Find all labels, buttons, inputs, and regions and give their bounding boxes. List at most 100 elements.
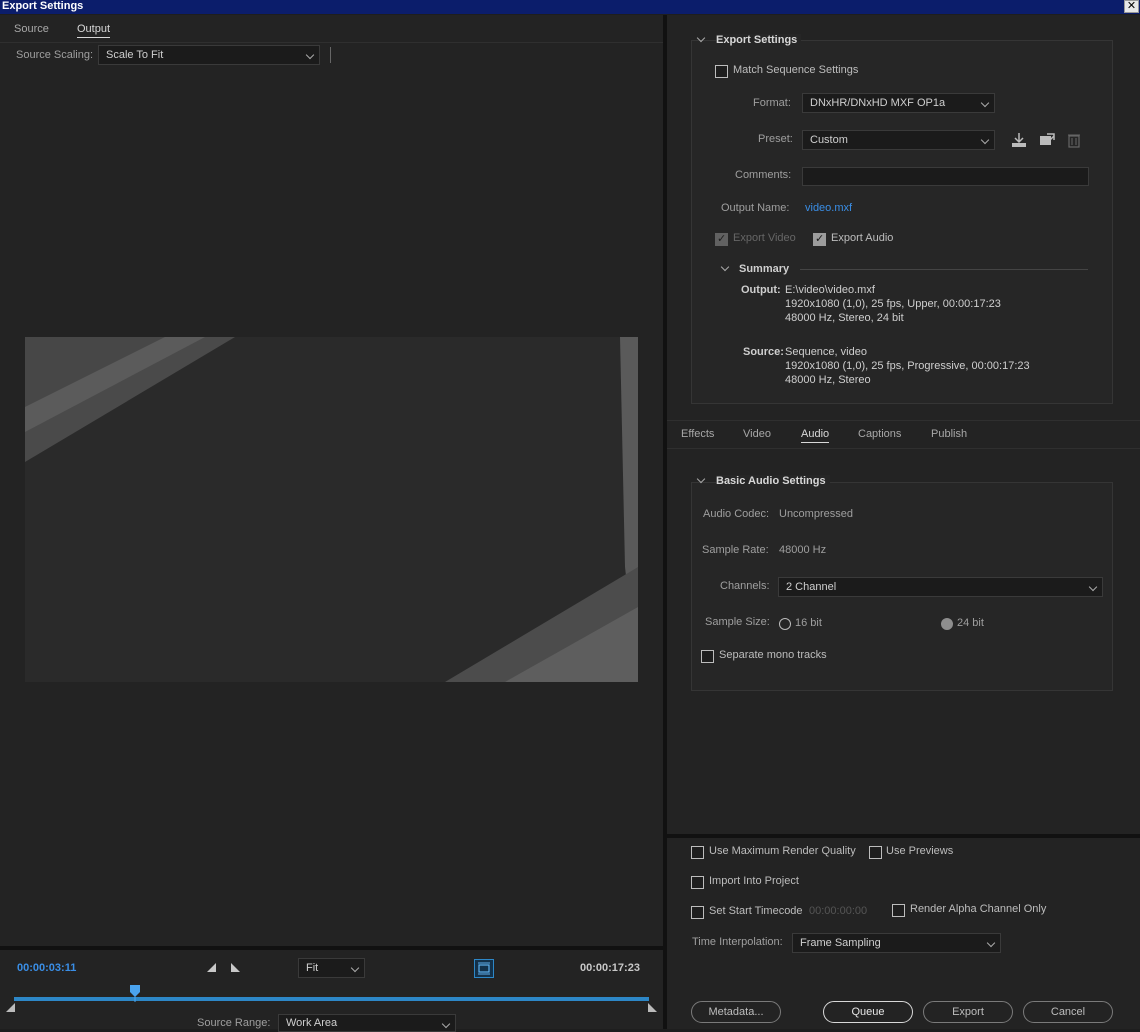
- audio-codec-value: Uncompressed: [779, 508, 853, 520]
- chevron-down-icon: [305, 50, 315, 60]
- chevron-down-icon: [980, 98, 990, 108]
- source-range-label: Source Range:: [197, 1017, 271, 1029]
- summary-output-line-3: 48000 Hz, Stereo, 24 bit: [785, 312, 904, 324]
- source-scaling-label: Source Scaling:: [16, 49, 94, 61]
- source-scaling-dropdown[interactable]: Scale To Fit: [98, 45, 320, 65]
- set-out-point-icon[interactable]: [231, 963, 240, 972]
- tab-effects[interactable]: Effects: [681, 428, 714, 440]
- summary-source-line-1: Sequence, video: [785, 346, 867, 358]
- summary-output-line-2: 1920x1080 (1,0), 25 fps, Upper, 00:00:17…: [785, 298, 1001, 310]
- tabs-top-rule: [667, 420, 1140, 421]
- queue-button[interactable]: Queue: [823, 1001, 913, 1023]
- window-title: Export Settings: [0, 0, 1140, 14]
- summary-title: Summary: [739, 263, 790, 275]
- tab-source[interactable]: Source: [14, 23, 49, 35]
- time-interpolation-label: Time Interpolation:: [692, 936, 783, 948]
- tabs-bottom-rule: [667, 448, 1140, 449]
- chevron-down-icon: [1088, 582, 1098, 592]
- sample-size-label: Sample Size:: [705, 616, 770, 628]
- out-point-handle[interactable]: [648, 1003, 657, 1012]
- sample-size-24-label: 24 bit: [957, 617, 984, 629]
- channels-label: Channels:: [720, 580, 770, 592]
- sample-rate-label: Sample Rate:: [702, 544, 769, 556]
- start-timecode-field[interactable]: 00:00:00:00: [809, 905, 867, 917]
- import-preset-icon[interactable]: [1038, 132, 1056, 151]
- tab-video[interactable]: Video: [743, 428, 771, 440]
- export-video-label: Export Video: [733, 232, 796, 244]
- tab-output[interactable]: Output: [77, 23, 111, 38]
- import-into-project-label: Import Into Project: [709, 875, 799, 887]
- summary-source-label: Source:: [743, 346, 784, 358]
- summary-output-label: Output:: [741, 284, 781, 296]
- chevron-down-icon: [441, 1019, 451, 1029]
- source-range-value: Work Area: [286, 1017, 338, 1029]
- time-interpolation-value: Frame Sampling: [800, 937, 881, 949]
- summary-output-line-1: E:\video\video.mxf: [785, 284, 875, 296]
- match-sequence-label: Match Sequence Settings: [733, 64, 859, 76]
- preset-value: Custom: [810, 134, 848, 146]
- tab-captions[interactable]: Captions: [858, 428, 901, 440]
- export-audio-label: Export Audio: [831, 232, 894, 244]
- import-into-project-checkbox[interactable]: [691, 876, 704, 889]
- summary-source-line-2: 1920x1080 (1,0), 25 fps, Progressive, 00…: [785, 360, 1030, 372]
- timeline-divider: [0, 946, 663, 950]
- in-point-handle[interactable]: [6, 1003, 15, 1012]
- time-interpolation-dropdown[interactable]: Frame Sampling: [792, 933, 1001, 953]
- zoom-dropdown[interactable]: Fit: [298, 958, 365, 978]
- tab-audio[interactable]: Audio: [801, 428, 830, 443]
- source-range-dropdown[interactable]: Work Area: [278, 1014, 456, 1032]
- save-preset-icon[interactable]: [1010, 132, 1028, 151]
- separate-mono-checkbox[interactable]: [701, 650, 714, 663]
- match-sequence-checkbox[interactable]: [715, 65, 728, 78]
- chevron-down-icon: [986, 938, 996, 948]
- preset-label: Preset:: [758, 133, 793, 145]
- set-in-point-icon[interactable]: [207, 963, 216, 972]
- preview-frame-image: [25, 337, 638, 682]
- current-timecode[interactable]: 00:00:03:11: [17, 962, 76, 974]
- comments-input[interactable]: [802, 167, 1089, 186]
- set-start-timecode-checkbox[interactable]: [691, 906, 704, 919]
- video-preview: [25, 337, 638, 682]
- chevron-down-icon: [350, 963, 360, 973]
- export-video-checkbox[interactable]: [715, 233, 728, 246]
- cancel-button[interactable]: Cancel: [1023, 1001, 1113, 1023]
- duration-timecode: 00:00:17:23: [580, 962, 640, 974]
- set-start-timecode-label: Set Start Timecode: [709, 905, 803, 917]
- delete-preset-icon[interactable]: [1067, 132, 1081, 151]
- close-button[interactable]: ✕: [1124, 0, 1139, 13]
- render-alpha-label: Render Alpha Channel Only: [910, 903, 1047, 915]
- source-scaling-value: Scale To Fit: [106, 49, 164, 61]
- max-render-quality-label: Use Maximum Render Quality: [709, 845, 856, 857]
- tab-divider: [0, 42, 663, 43]
- metadata-button[interactable]: Metadata...: [691, 1001, 781, 1023]
- summary-rule: [800, 269, 1088, 270]
- separate-mono-label: Separate mono tracks: [719, 649, 827, 661]
- channels-value: 2 Channel: [786, 581, 837, 593]
- sample-size-16-label: 16 bit: [795, 617, 822, 629]
- comments-label: Comments:: [735, 169, 792, 181]
- preset-dropdown[interactable]: Custom: [802, 130, 995, 150]
- export-button[interactable]: Export: [923, 1001, 1013, 1023]
- audio-codec-label: Audio Codec:: [703, 508, 770, 520]
- format-value: DNxHR/DNxHD MXF OP1a: [810, 97, 946, 109]
- sample-rate-value: 48000 Hz: [779, 544, 827, 556]
- playhead[interactable]: [129, 984, 141, 1005]
- max-render-quality-checkbox[interactable]: [691, 846, 704, 859]
- format-label: Format:: [753, 97, 791, 109]
- timeline-bar[interactable]: [14, 997, 649, 1001]
- export-settings-title: Export Settings: [716, 34, 802, 46]
- sample-size-16-radio[interactable]: [779, 618, 791, 630]
- tab-publish[interactable]: Publish: [931, 428, 967, 440]
- summary-source-line-3: 48000 Hz, Stereo: [785, 374, 871, 386]
- export-audio-checkbox[interactable]: [813, 233, 826, 246]
- use-previews-label: Use Previews: [886, 845, 954, 857]
- output-name-link[interactable]: video.mxf: [805, 202, 852, 214]
- aspect-ratio-icon[interactable]: [474, 959, 494, 978]
- sample-size-24-radio[interactable]: [941, 618, 953, 630]
- use-previews-checkbox[interactable]: [869, 846, 882, 859]
- render-alpha-checkbox[interactable]: [892, 904, 905, 917]
- format-dropdown[interactable]: DNxHR/DNxHD MXF OP1a: [802, 93, 995, 113]
- channels-dropdown[interactable]: 2 Channel: [778, 577, 1103, 597]
- output-name-label: Output Name:: [721, 202, 790, 214]
- basic-audio-title: Basic Audio Settings: [716, 475, 830, 487]
